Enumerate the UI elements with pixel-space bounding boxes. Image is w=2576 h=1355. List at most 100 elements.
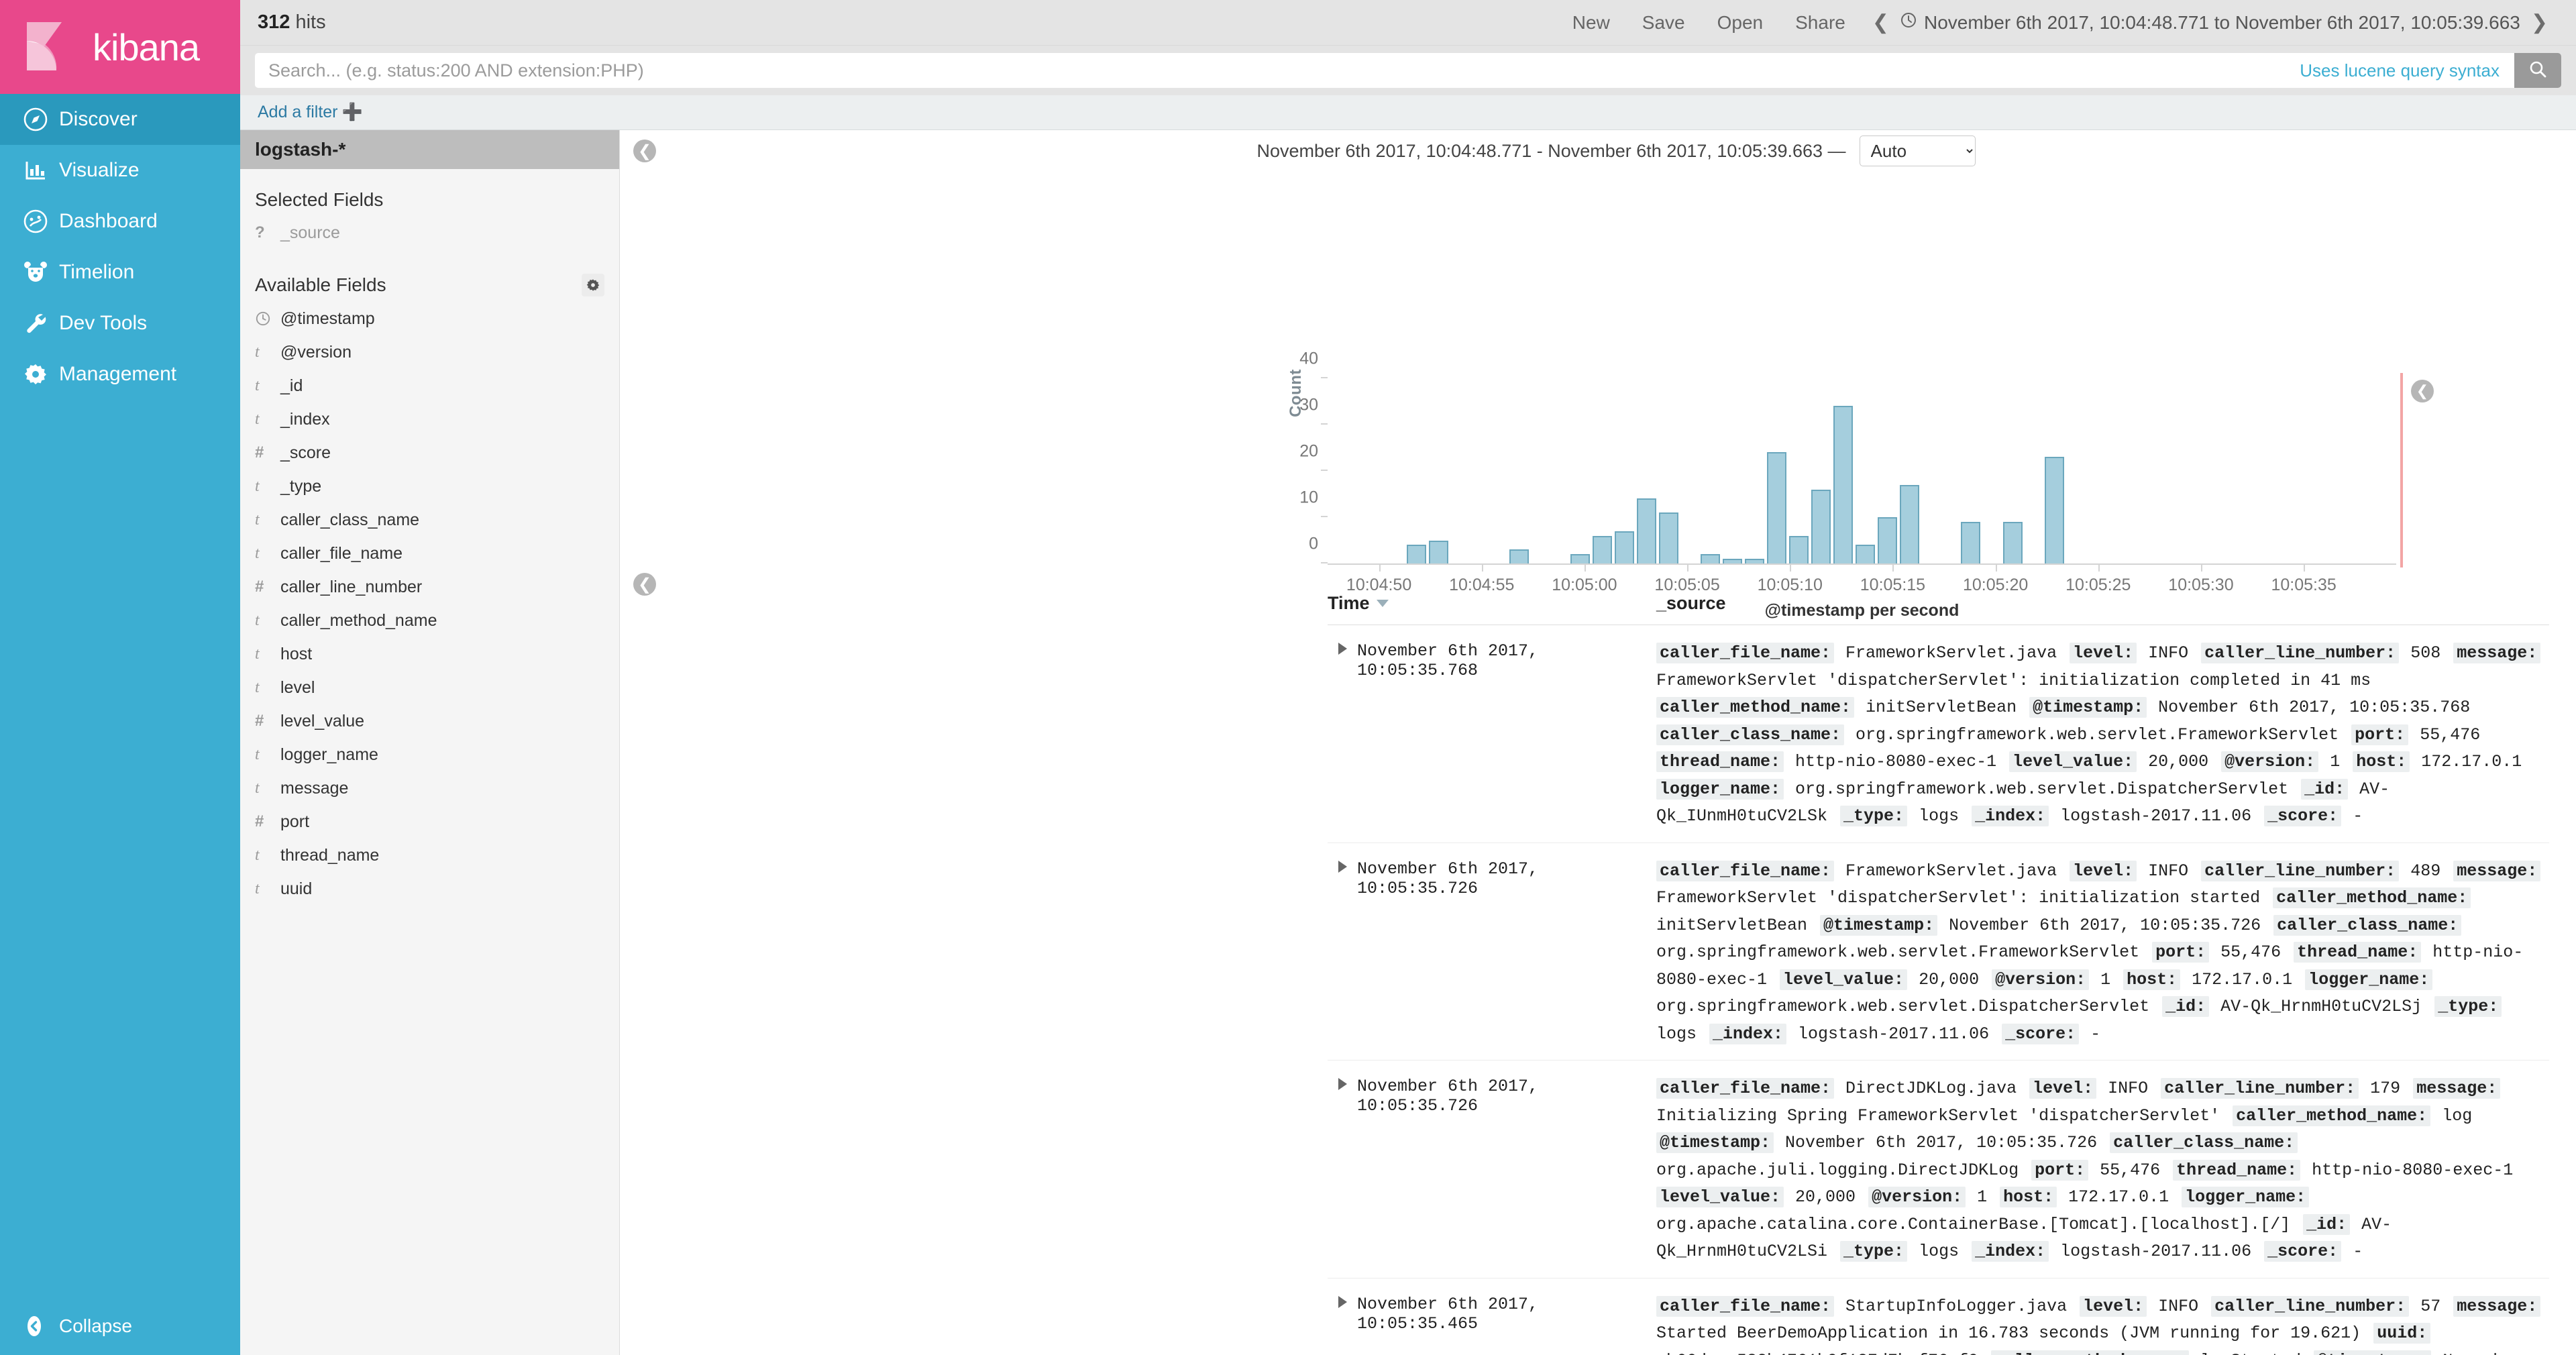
field-settings-gear-icon[interactable] [582,274,604,296]
interval-select[interactable]: AutoMillisecondSecondMinuteHourlyDailyWe… [1859,136,1976,166]
doc-table-collapse-button[interactable]: ❮ [633,573,656,596]
search-input[interactable] [255,53,2286,88]
field-item-version[interactable]: t @version [240,339,619,365]
histogram-bar[interactable] [1856,545,1876,563]
field-item-levelvalue[interactable]: # level_value [240,708,619,734]
y-axis-tick: 10 [1299,488,1318,507]
field-item-loggername[interactable]: t logger_name [240,742,619,767]
share-button[interactable]: Share [1779,12,1862,34]
field-item-callerclassname[interactable]: t caller_class_name [240,507,619,533]
time-range-picker[interactable]: November 6th 2017, 10:04:48.771 to Novem… [1900,11,2520,34]
histogram-bar[interactable] [1570,554,1591,563]
field-item-threadname[interactable]: t thread_name [240,843,619,868]
source-field-value: 1 [2320,752,2351,771]
save-button[interactable]: Save [1626,12,1701,34]
sidebar-item-discover[interactable]: Discover [0,94,240,145]
histogram-bar[interactable] [1789,535,1809,563]
sidebar-nav: Discover Visualize Dashboard Timelion De… [0,94,240,400]
chart-plot-area[interactable]: 0 10 20 30 40 10:04:50 10:04:55 10:05:00 10:05:0… [1299,349,2396,594]
source-field-value: StartupInfoLogger.java [1835,1296,2078,1316]
sidebar-item-timelion[interactable]: Timelion [0,247,240,298]
source-field-key: thread_name: [2173,1159,2301,1181]
sidebar-item-visualize[interactable]: Visualize [0,145,240,196]
field-name: _type [280,476,322,496]
field-item-source[interactable]: ? _source [240,220,619,246]
open-button[interactable]: Open [1701,12,1780,34]
histogram-bar[interactable] [1593,535,1613,563]
expand-row-button[interactable] [1328,1293,1357,1355]
field-item-host[interactable]: t host [240,641,619,667]
histogram-bar[interactable] [1767,452,1787,563]
field-item-port[interactable]: # port [240,809,619,834]
histogram-bar[interactable] [1833,406,1854,563]
source-field-key: caller_line_number: [2211,1295,2410,1317]
histogram-bar[interactable] [1429,540,1449,563]
field-item-score[interactable]: # _score [240,440,619,466]
histogram-bar[interactable] [2002,521,2023,563]
histogram-bar[interactable] [1615,531,1635,563]
expand-row-button[interactable] [1328,640,1357,830]
field-item-message[interactable]: t message [240,775,619,801]
field-name: @timestamp [280,309,375,328]
table-row[interactable]: November 6th 2017, 10:05:35.465 caller_fi… [1328,1279,2549,1355]
brand-logo[interactable]: kibana [0,0,240,94]
time-next-button[interactable]: ❯ [2520,11,2559,34]
histogram-bar[interactable] [1659,512,1679,563]
y-axis-tick: 0 [1309,534,1318,553]
sidebar-collapse-button[interactable]: Collapse [0,1297,240,1355]
source-field-value: logstash-2017.11.06 [2050,1242,2262,1261]
histogram-bar[interactable] [1637,498,1657,563]
expand-row-button[interactable] [1328,1075,1357,1266]
add-filter-button[interactable]: Add a filter ➕ [258,103,363,122]
source-field-key: message: [2453,860,2541,881]
field-item-id[interactable]: t _id [240,373,619,398]
new-button[interactable]: New [1556,12,1626,34]
sidebar-item-dashboard[interactable]: Dashboard [0,196,240,247]
source-field-value: logstash-2017.11.06 [2050,806,2262,826]
chart-collapse-left-button[interactable]: ❮ [633,140,656,162]
field-item-type[interactable]: t _type [240,474,619,499]
source-field-value: 1 [2090,969,2121,989]
column-header-time[interactable]: Time [1328,593,1656,614]
histogram-bar[interactable] [1878,517,1898,563]
histogram-bar[interactable] [2044,457,2064,563]
sidebar-item-management[interactable]: Management [0,349,240,400]
histogram-bar[interactable] [1407,545,1427,563]
search-button[interactable] [2514,53,2561,88]
time-prev-button[interactable]: ❮ [1862,11,1900,34]
field-name: _id [280,376,303,395]
histogram-bar[interactable] [1745,559,1765,563]
field-item-level[interactable]: t level [240,675,619,700]
table-row[interactable]: November 6th 2017, 10:05:35.726 caller_fi… [1328,1061,2549,1279]
field-item-callermethodname[interactable]: t caller_method_name [240,608,619,633]
x-axis-tick-mark [1687,563,1689,572]
index-pattern-selector[interactable]: logstash-* [240,130,619,169]
histogram-bar[interactable] [1723,559,1743,563]
x-axis-tick: 10:05:35 [2271,576,2337,594]
source-field-value: November 6th 2017, 10:05:35.726 [1939,915,2271,935]
field-item-timestamp[interactable]: @timestamp [240,306,619,331]
field-name: _score [280,443,331,462]
sidebar-item-dev-tools[interactable]: Dev Tools [0,298,240,349]
table-row[interactable]: November 6th 2017, 10:05:35.768 caller_fi… [1328,625,2549,843]
source-field-key: @timestamp: [2314,1350,2432,1355]
chart-collapse-right-button[interactable]: ❮ [2411,380,2434,402]
x-axis-tick-mark [1584,563,1586,572]
field-item-index[interactable]: t _index [240,406,619,432]
source-field-value: 20,000 [1785,1187,1866,1207]
caret-down-icon [1376,600,1389,607]
source-field-key: thread_name: [1656,751,1784,772]
lucene-syntax-link[interactable]: Uses lucene query syntax [2285,60,2514,81]
histogram-bar[interactable] [1811,489,1831,563]
source-field-key: @version: [1868,1187,1966,1207]
field-item-callerfilename[interactable]: t caller_file_name [240,541,619,566]
histogram-bar[interactable] [1509,549,1529,563]
field-item-uuid[interactable]: t uuid [240,876,619,902]
histogram-bar[interactable] [1900,484,1920,563]
table-row[interactable]: November 6th 2017, 10:05:35.726 caller_fi… [1328,843,2549,1061]
expand-row-button[interactable] [1328,858,1357,1048]
field-item-callerlinenumber[interactable]: # caller_line_number [240,574,619,600]
histogram-bar[interactable] [1701,554,1721,563]
histogram-bar[interactable] [1961,521,1981,563]
